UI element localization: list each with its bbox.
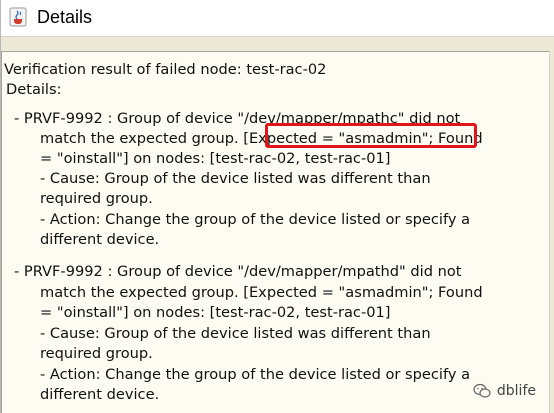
window-title: Details <box>37 7 93 27</box>
verification-heading: Verification result of failed node: test… <box>4 61 327 78</box>
details-label: Details: <box>6 81 62 98</box>
scrollbar-edge[interactable] <box>549 51 554 413</box>
java-cup-icon <box>9 7 27 27</box>
details-text-area[interactable]: Verification result of failed node: test… <box>1 51 549 413</box>
error-2-line-1: - PRVF-9992 : Group of device "/dev/mapp… <box>14 263 462 280</box>
error-1-line-3: = "oinstall"] on nodes: [test-rac-02, te… <box>40 150 391 167</box>
error-1-cause: - Cause: Group of the device listed was … <box>40 170 431 187</box>
watermark-text: dblife <box>496 383 536 399</box>
dialog-content: Verification result of failed node: test… <box>1 36 554 413</box>
error-2-line-3: = "oinstall"] on nodes: [test-rac-02, te… <box>40 304 391 321</box>
error-2-action: - Action: Change the group of the device… <box>40 366 471 383</box>
error-2-line-2: match the expected group. [Expected = "a… <box>40 284 483 301</box>
wechat-icon <box>473 383 491 398</box>
expected-group-highlight <box>265 123 477 148</box>
error-2-cause: - Cause: Group of the device listed was … <box>40 325 431 342</box>
error-1-line-7: different device. <box>40 231 160 248</box>
error-1-action: - Action: Change the group of the device… <box>40 211 471 228</box>
error-2-line-7: different device. <box>40 386 160 403</box>
error-1-line-5: required group. <box>40 190 153 207</box>
error-2-line-5: required group. <box>40 345 153 362</box>
title-bar[interactable]: Details <box>1 0 554 34</box>
watermark: dblife <box>473 383 536 399</box>
details-dialog: Details Verification result of failed no… <box>0 0 554 413</box>
